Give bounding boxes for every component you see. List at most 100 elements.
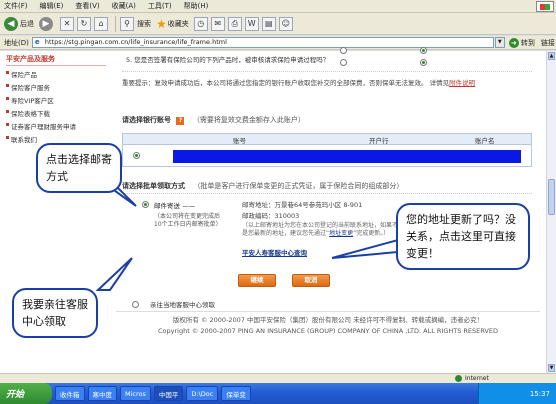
- address-label: 邮寄地址：: [242, 201, 275, 209]
- back-arrow-icon: ◀: [4, 16, 18, 31]
- footer-copyright-cn: 版权所有 © 2000-2007 中国平安保险（集团）股份有限公司 未经许可不得…: [172, 316, 484, 324]
- receive-section-note: （批单是客户进行保单变更的正式凭证，属于保险合同的组成部分）: [193, 182, 404, 190]
- bank-section-title: 请选择银行账号 ? （需要将复效交费金额存入此账户）: [122, 116, 305, 125]
- task-item[interactable]: 中国平: [153, 386, 184, 401]
- forward-arrow-icon: ▶: [39, 16, 53, 31]
- masked-account-info: [173, 150, 521, 163]
- menu-favorites[interactable]: 收藏(A): [112, 1, 136, 11]
- print-icon[interactable]: ⎙: [227, 16, 242, 31]
- bank-account-radio[interactable]: [133, 152, 140, 159]
- continue-button[interactable]: 继续: [238, 274, 276, 287]
- sidebar-item-forms[interactable]: 保险表格下载: [6, 108, 106, 118]
- prev-question-radio-yes[interactable]: [340, 47, 347, 54]
- zip-label: 邮政编码：: [242, 212, 275, 220]
- col-holder: 账户名: [475, 137, 495, 145]
- go-arrow-icon: ➜: [508, 37, 519, 48]
- table-row[interactable]: [123, 146, 531, 166]
- question-radio-yes[interactable]: [340, 59, 347, 66]
- question-row: 5. 您是否签署有保险公司的下列产品时，被审核请求保险申请过程吗？: [122, 47, 532, 72]
- col-account: 账号: [233, 137, 246, 145]
- zip-value: 310003: [274, 212, 300, 220]
- menu-help[interactable]: 帮助(H): [184, 1, 209, 11]
- scroll-up-icon[interactable]: ▲: [548, 52, 555, 60]
- notice-text: 重要提示：复效申请成功后，本公司将通过您指定的银行账户收取您补交的全部保费，否则…: [122, 79, 428, 87]
- menu-file[interactable]: 文件(F): [4, 1, 28, 11]
- discuss-icon[interactable]: ▤: [261, 16, 276, 31]
- system-tray: 15:37: [478, 383, 556, 404]
- taskbar: 开始 收件箱 寒中度 Micros 中国平 D:\Doc 保单变 15:37: [0, 383, 556, 404]
- footer-copyright-en: Copyright © 2000-2007 PING AN INSURANCE …: [158, 327, 498, 335]
- status-bar: Internet: [0, 373, 556, 383]
- home-icon[interactable]: ⌂: [94, 16, 108, 31]
- important-notice: 重要提示：复效申请成功后，本公司将通过您指定的银行账户收取您补交的全部保费，否则…: [122, 79, 522, 88]
- windows-logo-icon: [536, 1, 554, 12]
- scroll-down-icon[interactable]: ▼: [548, 364, 555, 372]
- counter-callout-pointer: [96, 257, 133, 291]
- footer-divider: [116, 311, 540, 312]
- messenger-icon[interactable]: ☺: [278, 16, 293, 31]
- counter-option-radio[interactable]: [132, 301, 139, 308]
- address-value: 万景巷64号参苑玛小区 8-901: [274, 201, 363, 209]
- question-radio-no[interactable]: [420, 59, 427, 66]
- menu-view[interactable]: 查看(V): [75, 1, 99, 11]
- mail-option-radio[interactable]: [142, 201, 149, 208]
- address-dropdown-icon[interactable]: ▼: [494, 37, 505, 48]
- refresh-icon[interactable]: ↻: [77, 16, 91, 31]
- scroll-thumb[interactable]: [548, 179, 555, 215]
- clock: 15:37: [529, 389, 550, 398]
- counter-callout: 我要亲往客服中心领取: [12, 288, 98, 338]
- mail-callout: 点击选择邮寄方式: [36, 143, 122, 193]
- service-center-query-link[interactable]: 平安人寿客服中心查询: [242, 247, 307, 257]
- receive-section-title: 请选择批单领取方式 （批单是客户进行保单变更的正式凭证，属于保险合同的组成部分）: [122, 182, 404, 190]
- search-icon: ⚲: [120, 16, 134, 31]
- task-item[interactable]: 收件箱: [55, 386, 85, 401]
- notice-details: 详情见: [429, 79, 450, 87]
- counter-option-label: 亲往当地客服中心领取: [150, 301, 215, 309]
- sidebar-title: 平安产品及服务: [6, 54, 106, 66]
- internet-zone-icon: [455, 375, 462, 382]
- sidebar-item-vip[interactable]: 寿险VIP客户区: [6, 95, 106, 105]
- address-callout-pointer: [331, 238, 399, 259]
- vertical-scrollbar[interactable]: ▲ ▼: [546, 51, 556, 373]
- mail-option-label: 邮件寄送 ——: [154, 202, 196, 210]
- address-bar: 地址(D) https://stg.pingan.com.cn/life_ins…: [0, 36, 556, 50]
- help-icon[interactable]: ?: [176, 117, 185, 125]
- prev-question-radio-no[interactable]: [420, 47, 427, 54]
- question-text: 5. 您是否签署有保险公司的下列产品时，被审核请求保险申请过程吗？: [126, 56, 330, 64]
- sidebar-item-customer-service[interactable]: 保险客户服务: [6, 82, 106, 92]
- col-bank: 开户行: [369, 137, 389, 145]
- history-icon[interactable]: ◷: [193, 16, 208, 31]
- change-address-link[interactable]: 地址变更: [329, 230, 353, 237]
- favorites-button[interactable]: ★ 收藏夹: [156, 17, 189, 31]
- start-button[interactable]: 开始: [0, 383, 52, 404]
- sidebar-item-securities[interactable]: 证券客户理财服务申请: [6, 121, 106, 131]
- star-icon: ★: [156, 16, 167, 31]
- search-button[interactable]: ⚲ 搜索: [120, 16, 151, 31]
- task-item[interactable]: 保单变: [221, 386, 251, 401]
- mail-option-desc: （本公司将在变更完成后10个工作日内邮寄批单）: [154, 213, 222, 228]
- task-item[interactable]: Micros: [120, 386, 151, 401]
- address-hint-end: ”完成更新。）: [353, 230, 390, 237]
- bank-section-note: （需要将复效交费金额存入此账户）: [192, 116, 305, 124]
- back-button[interactable]: ◀ 后退: [4, 16, 34, 31]
- task-item[interactable]: D:\Doc: [186, 386, 219, 401]
- menu-edit[interactable]: 编辑(E): [40, 1, 64, 11]
- cancel-button[interactable]: 取消: [292, 274, 330, 287]
- browser-toolbar: ◀ 后退 ▶ ✕ ↻ ⌂ ⚲ 搜索 ★ 收藏夹 ◷ ✉ ⎙ W ▤ ☺: [0, 13, 556, 35]
- links-label[interactable]: 链接: [541, 38, 555, 48]
- address-callout: 您的地址更新了吗？没关系，点击这里可直接变更！: [396, 203, 530, 270]
- bank-table-header: 账号 开户行 账户名: [123, 134, 531, 145]
- footer: 版权所有 © 2000-2007 中国平安保险（集团）股份有限公司 未经许可不得…: [116, 315, 540, 337]
- address-label: 地址(D): [4, 38, 29, 47]
- forward-button[interactable]: ▶: [39, 16, 55, 31]
- mail-icon[interactable]: ✉: [210, 16, 225, 31]
- go-button[interactable]: ➜ 转到: [508, 37, 535, 48]
- sidebar-item-products[interactable]: 保险产品: [6, 69, 106, 79]
- menu-tools[interactable]: 工具(T): [148, 1, 172, 11]
- stop-icon[interactable]: ✕: [60, 16, 74, 31]
- notice-link[interactable]: 附件说明: [449, 79, 475, 87]
- task-item[interactable]: 寒中度: [87, 386, 117, 401]
- edit-icon[interactable]: W: [244, 16, 259, 31]
- bank-account-table: 账号 开户行 账户名: [122, 133, 532, 167]
- security-zone: Internet: [455, 375, 489, 382]
